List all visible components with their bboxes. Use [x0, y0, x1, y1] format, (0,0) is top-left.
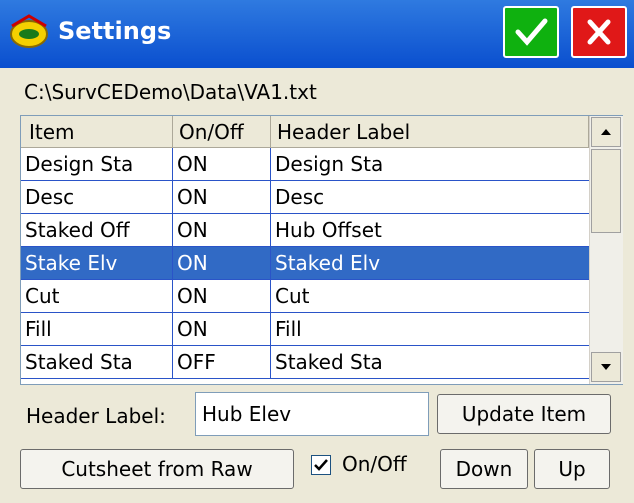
onoff-checkbox-label: On/Off — [342, 452, 407, 476]
cell-onoff: ON — [173, 313, 271, 346]
settings-table: Item On/Off Header Label Design Sta ON D… — [20, 115, 623, 385]
cell-header-label: Fill — [275, 317, 302, 341]
cutsheet-from-raw-button[interactable]: Cutsheet from Raw — [20, 449, 294, 489]
cell-onoff: OFF — [173, 346, 271, 379]
cell-item: Staked Off — [21, 214, 173, 247]
scroll-up-button[interactable] — [591, 117, 621, 147]
scroll-thumb[interactable] — [591, 149, 621, 233]
app-logo-icon — [8, 12, 50, 54]
column-header-item[interactable]: Item — [21, 116, 173, 148]
scroll-down-arrow-icon — [601, 364, 611, 370]
table-row[interactable]: Staked Off ON Hub Offset — [21, 214, 589, 247]
cell-header-label: Design Sta — [275, 152, 384, 176]
table-row[interactable]: Design Sta ON Design Sta — [21, 148, 589, 181]
cell-item: Desc — [21, 181, 173, 214]
column-header-header-label[interactable]: Header Label — [271, 116, 589, 148]
cell-header-label: Staked Sta — [275, 350, 383, 374]
close-button[interactable] — [571, 6, 627, 58]
table-row-selected[interactable]: Stake Elv ON Staked Elv — [21, 247, 589, 280]
cell-onoff: ON — [173, 214, 271, 247]
cell-item: Design Sta — [21, 148, 173, 181]
update-item-button[interactable]: Update Item — [437, 394, 611, 434]
cell-onoff: ON — [173, 181, 271, 214]
ok-button[interactable] — [503, 6, 559, 58]
table-row[interactable]: Cut ON Cut — [21, 280, 589, 313]
scroll-down-button[interactable] — [591, 352, 621, 382]
cell-header-label: Hub Offset — [275, 218, 382, 242]
window-title: Settings — [58, 17, 172, 45]
file-path: C:\SurvCEDemo\Data\VA1.txt — [24, 80, 317, 104]
cell-item: Staked Sta — [21, 346, 173, 379]
down-button[interactable]: Down — [440, 449, 528, 489]
close-x-icon — [587, 19, 611, 45]
cell-item: Fill — [21, 313, 173, 346]
cell-item: Stake Elv — [21, 247, 173, 280]
cell-header-label: Cut — [275, 284, 310, 308]
table-row[interactable]: Desc ON Desc — [21, 181, 589, 214]
cell-item: Cut — [21, 280, 173, 313]
vertical-scrollbar[interactable] — [589, 116, 623, 384]
header-label-caption: Header Label: — [26, 404, 166, 428]
cell-onoff: ON — [173, 280, 271, 313]
table-row[interactable]: Fill ON Fill — [21, 313, 589, 346]
checkmark-icon — [515, 18, 548, 46]
cell-header-label: Staked Elv — [275, 251, 381, 275]
cell-onoff: ON — [173, 247, 271, 280]
onoff-checkbox[interactable] — [311, 455, 331, 475]
column-header-onoff[interactable]: On/Off — [173, 116, 271, 148]
cell-header-label: Desc — [275, 185, 325, 209]
title-bar: Settings — [0, 0, 634, 68]
cell-onoff: ON — [173, 148, 271, 181]
up-button[interactable]: Up — [534, 449, 610, 489]
table-row[interactable]: Staked Sta OFF Staked Sta — [21, 346, 589, 379]
checkbox-check-icon — [314, 459, 328, 471]
scroll-up-arrow-icon — [601, 129, 611, 135]
header-label-input[interactable]: Hub Elev — [195, 392, 429, 436]
